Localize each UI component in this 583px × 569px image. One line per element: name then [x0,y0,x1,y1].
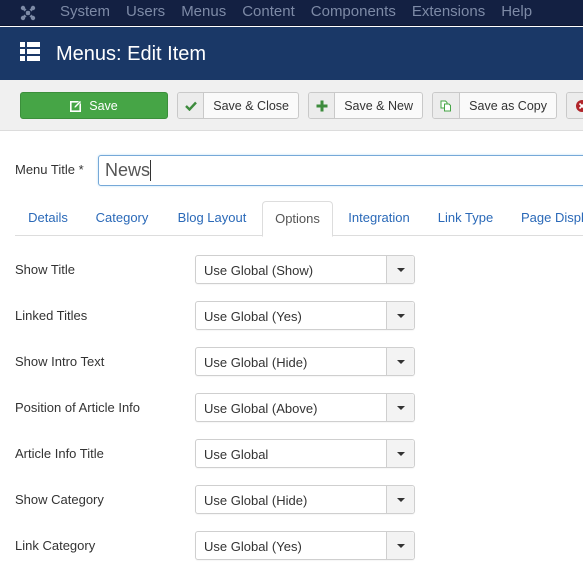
option-label: Article Info Title [15,446,104,461]
chevron-down-icon[interactable] [386,486,414,513]
checkmark-icon [178,93,205,118]
menu-components[interactable]: Components [311,0,396,26]
chevron-down-icon[interactable] [386,256,414,283]
chevron-down-icon[interactable] [386,532,414,559]
plus-icon [309,93,336,118]
select-value: Use Global (Hide) [204,493,308,508]
article-info-title-select[interactable]: Use Global [195,439,415,468]
option-article-info-title: Article Info Title Use Global [0,439,583,469]
menu-system[interactable]: System [60,0,110,26]
select-value: Use Global (Above) [204,401,318,416]
tab-page-display[interactable]: Page Display [506,201,583,236]
toolbar: Save Save & Close Save & New Save as Cop… [0,80,583,131]
link-category-select[interactable]: Use Global (Yes) [195,531,415,560]
select-value: Use Global (Yes) [204,309,302,324]
tab-blog-layout[interactable]: Blog Layout [163,201,261,236]
show-category-select[interactable]: Use Global (Hide) [195,485,415,514]
tab-integration[interactable]: Integration [333,201,425,236]
option-label: Show Category [15,492,104,507]
select-value: Use Global (Show) [204,263,314,278]
copy-icon [433,93,461,118]
option-label: Show Title [15,262,75,277]
close-button[interactable] [566,92,583,119]
show-intro-text-select[interactable]: Use Global (Hide) [195,347,415,376]
menu-extensions[interactable]: Extensions [412,0,485,26]
menu-menus[interactable]: Menus [181,0,226,26]
menu-users[interactable]: Users [126,0,165,26]
show-title-select[interactable]: Use Global (Show) [195,255,415,284]
tab-bar: Details Category Blog Layout Options Int… [15,201,583,237]
option-label: Linked Titles [15,308,88,323]
option-position-article-info: Position of Article Info Use Global (Abo… [0,393,583,423]
save-label: Save [89,98,118,113]
position-article-info-select[interactable]: Use Global (Above) [195,393,415,422]
text-cursor [150,160,151,181]
joomla-logo-icon[interactable] [19,4,37,22]
page-header: Menus: Edit Item [0,27,583,80]
option-label: Show Intro Text [15,354,105,369]
main-menu: System Users Menus Content Components Ex… [60,0,548,26]
option-label: Position of Article Info [15,400,141,415]
option-label: Link Category [15,538,96,553]
option-link-category: Link Category Use Global (Yes) [0,531,583,561]
option-show-category: Show Category Use Global (Hide) [0,485,583,515]
save-button[interactable]: Save [20,92,168,119]
linked-titles-select[interactable]: Use Global (Yes) [195,301,415,330]
chevron-down-icon[interactable] [386,348,414,375]
page-title: Menus: Edit Item [56,43,207,65]
menu-title-label: Menu Title * [15,162,84,177]
save-close-button[interactable]: Save & Close [177,92,299,119]
save-copy-label: Save as Copy [469,98,547,113]
tab-options[interactable]: Options [262,201,333,237]
top-navbar: System Users Menus Content Components Ex… [0,0,583,26]
menu-help[interactable]: Help [501,0,532,26]
tab-link-type[interactable]: Link Type [425,201,506,236]
chevron-down-icon[interactable] [386,302,414,329]
edit-icon [70,99,83,112]
chevron-down-icon[interactable] [386,394,414,421]
close-circle-icon [567,93,583,118]
option-show-title: Show Title Use Global (Show) [0,255,583,285]
save-close-label: Save & Close [213,98,289,113]
save-new-label: Save & New [344,98,413,113]
select-value: Use Global (Hide) [204,355,308,370]
menu-title-input[interactable] [98,155,583,186]
option-show-intro-text: Show Intro Text Use Global (Hide) [0,347,583,377]
tab-details[interactable]: Details [15,201,81,236]
select-value: Use Global [204,447,269,462]
save-new-button[interactable]: Save & New [308,92,423,119]
list-icon [20,42,40,61]
chevron-down-icon[interactable] [386,440,414,467]
menu-content[interactable]: Content [242,0,295,26]
tab-category[interactable]: Category [81,201,163,236]
select-value: Use Global (Yes) [204,539,302,554]
option-linked-titles: Linked Titles Use Global (Yes) [0,301,583,331]
save-copy-button[interactable]: Save as Copy [432,92,557,119]
